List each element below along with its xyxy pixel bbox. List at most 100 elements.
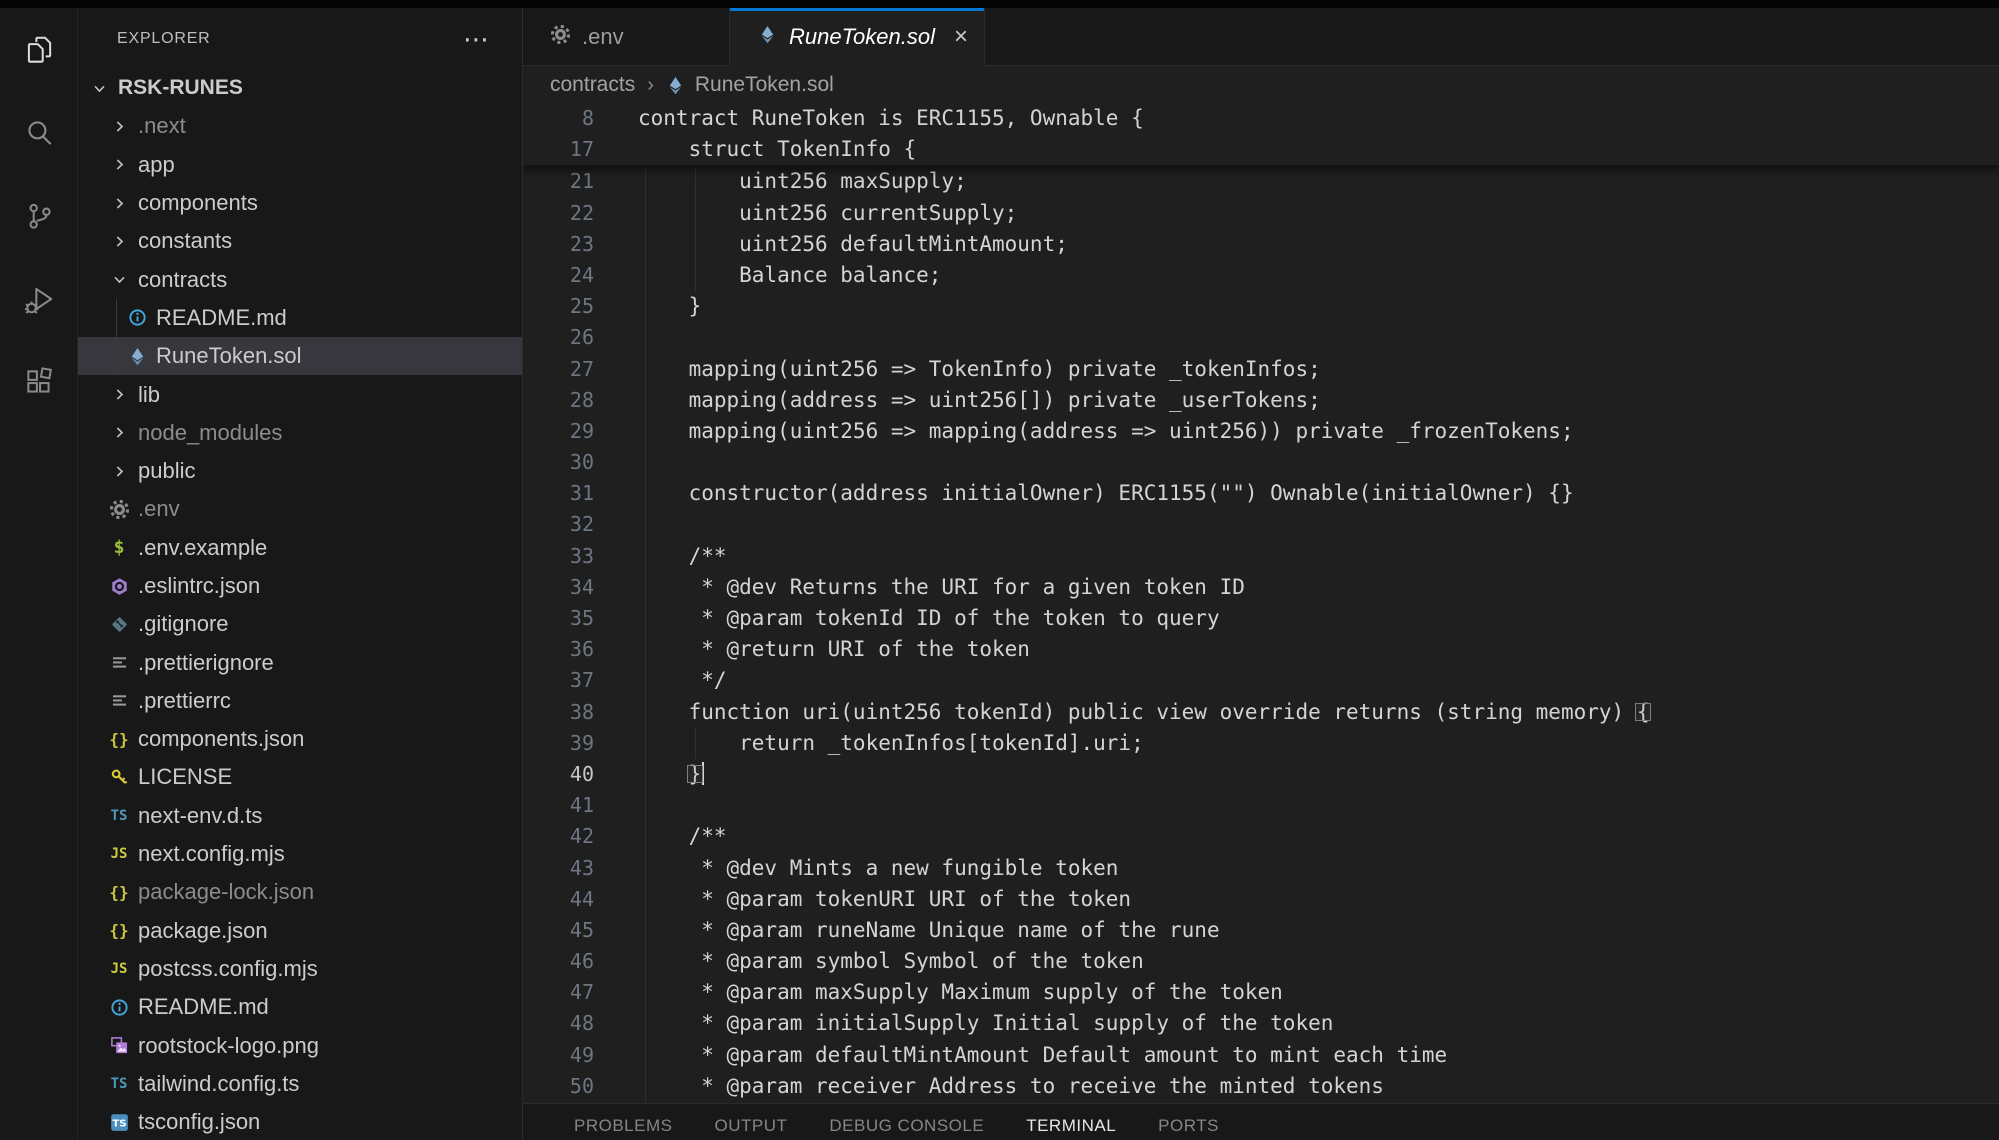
more-actions-icon[interactable]: ⋯ [463, 34, 490, 44]
search-icon [22, 116, 56, 150]
code-line-22[interactable]: 22 uint256 currentSupply; [523, 198, 1999, 229]
code-line-43[interactable]: 43 * @dev Mints a new fungible token [523, 853, 1999, 884]
activity-item-run-debug[interactable] [0, 257, 77, 340]
line-number: 32 [523, 509, 594, 540]
bracket-match: { [1637, 700, 1650, 724]
panel-tab-problems[interactable]: PROBLEMS [574, 1116, 672, 1140]
sidebar-item-package-lock-json[interactable]: {}package-lock.json [78, 873, 522, 911]
file-label: tailwind.config.ts [138, 1071, 299, 1097]
code-line-8[interactable]: 8contract RuneToken is ERC1155, Ownable … [523, 103, 1999, 134]
panel-tab-ports[interactable]: PORTS [1158, 1116, 1219, 1140]
breadcrumb-item-file[interactable]: RuneToken.sol [695, 73, 834, 97]
code-line-38[interactable]: 38 function uri(uint256 tokenId) public … [523, 697, 1999, 728]
code-line-36[interactable]: 36 * @return URI of the token [523, 634, 1999, 665]
code-line-39[interactable]: 39 return _tokenInfos[tokenId].uri; [523, 728, 1999, 759]
code-line-28[interactable]: 28 mapping(address => uint256[]) private… [523, 385, 1999, 416]
code-line-45[interactable]: 45 * @param runeName Unique name of the … [523, 915, 1999, 946]
code-line-26[interactable]: 26 [523, 322, 1999, 353]
sidebar-item-package-json[interactable]: {}package.json [78, 912, 522, 950]
code-line-30[interactable]: 30 [523, 447, 1999, 478]
sidebar-item--prettierrc[interactable]: .prettierrc [78, 682, 522, 720]
chevron-right-icon [106, 234, 132, 249]
code-line-24[interactable]: 24 Balance balance; [523, 260, 1999, 291]
code-line-27[interactable]: 27 mapping(uint256 => TokenInfo) private… [523, 354, 1999, 385]
code-line-48[interactable]: 48 * @param initialSupply Initial supply… [523, 1008, 1999, 1039]
sidebar-item-components[interactable]: components [78, 184, 522, 222]
tab-runetoken-sol[interactable]: RuneToken.sol× [730, 8, 985, 65]
code-line-29[interactable]: 29 mapping(uint256 => mapping(address =>… [523, 416, 1999, 447]
code-text: constructor(address initialOwner) ERC115… [638, 478, 1574, 509]
tab--env[interactable]: .env [523, 8, 730, 65]
sidebar-item-postcss-config-mjs[interactable]: JSpostcss.config.mjs [78, 950, 522, 988]
activity-item-extensions[interactable] [0, 340, 77, 423]
sidebar-item-next-env-d-ts[interactable]: TS next-env.d.ts [78, 797, 522, 835]
sidebar-item--prettierignore[interactable]: .prettierignore [78, 643, 522, 681]
chevron-right-icon [106, 425, 132, 440]
breadcrumb: contracts›RuneToken.sol [523, 66, 1999, 104]
code-line-23[interactable]: 23 uint256 defaultMintAmount; [523, 229, 1999, 260]
code-text: function uri(uint256 tokenId) public vie… [638, 697, 1649, 728]
code-line-17[interactable]: 17 struct TokenInfo { [523, 134, 1999, 165]
code-line-32[interactable]: 32 [523, 509, 1999, 540]
code-line-21[interactable]: 21 uint256 maxSupply; [523, 166, 1999, 197]
line-number: 46 [523, 946, 594, 977]
sidebar-item-constants[interactable]: constants [78, 222, 522, 260]
code-line-40[interactable]: 40 } [523, 759, 1999, 790]
sidebar-item--eslintrc-json[interactable]: .eslintrc.json [78, 567, 522, 605]
sidebar-item-node-modules[interactable]: node_modules [78, 414, 522, 452]
code-text: /** [638, 541, 727, 572]
sidebar-item-rsk-runes[interactable]: RSK-RUNES [78, 69, 522, 107]
file-label: .env.example [138, 535, 267, 561]
folder-label: .next [138, 113, 186, 139]
breadcrumb-item-folder[interactable]: contracts [550, 73, 635, 97]
line-number: 37 [523, 665, 594, 696]
source-control-icon [22, 199, 56, 233]
bottom-panel: PROBLEMS OUTPUT DEBUG CONSOLE TERMINAL PORTS [523, 1103, 1999, 1140]
code-text: * @param receiver Address to receive the… [638, 1071, 1384, 1102]
folder-label: RSK-RUNES [118, 76, 243, 100]
sidebar-item--env-example[interactable]: $.env.example [78, 529, 522, 567]
code-line-31[interactable]: 31 constructor(address initialOwner) ERC… [523, 478, 1999, 509]
code-line-37[interactable]: 37 */ [523, 665, 1999, 696]
sidebar-item-lib[interactable]: lib [78, 375, 522, 413]
code-line-34[interactable]: 34 * @dev Returns the URI for a given to… [523, 572, 1999, 603]
panel-tab-terminal[interactable]: TERMINAL [1026, 1116, 1116, 1140]
sidebar-item-next-config-mjs[interactable]: JSnext.config.mjs [78, 835, 522, 873]
code-text: return _tokenInfos[tokenId].uri; [638, 728, 1144, 759]
sidebar-item-tsconfig-json[interactable]: TStsconfig.json [78, 1103, 522, 1140]
panel-tab-debug-console[interactable]: DEBUG CONSOLE [829, 1116, 984, 1140]
sidebar-item-readme-md[interactable]: README.md [78, 299, 522, 337]
sidebar-item-public[interactable]: public [78, 452, 522, 490]
sidebar-item--gitignore[interactable]: .gitignore [78, 605, 522, 643]
sidebar-item-license[interactable]: LICENSE [78, 758, 522, 796]
ts-icon: TS [106, 808, 132, 824]
sidebar-item--next[interactable]: .next [78, 107, 522, 145]
explorer-icon [22, 33, 56, 67]
sidebar-item--env[interactable]: .env [78, 490, 522, 528]
sidebar-item-tailwind-config-ts[interactable]: TStailwind.config.ts [78, 1065, 522, 1103]
file-label: next-env.d.ts [138, 803, 262, 829]
sidebar-item-readme-md[interactable]: README.md [78, 988, 522, 1026]
sidebar-item-runetoken-sol[interactable]: RuneToken.sol [78, 337, 522, 375]
code-line-46[interactable]: 46 * @param symbol Symbol of the token [523, 946, 1999, 977]
sidebar-item-rootstock-logo-png[interactable]: rootstock-logo.png [78, 1026, 522, 1064]
panel-tab-output[interactable]: OUTPUT [714, 1116, 787, 1140]
sidebar-item-contracts[interactable]: contracts [78, 260, 522, 298]
folder-label: contracts [138, 267, 227, 293]
activity-item-source-control[interactable] [0, 174, 77, 257]
code-line-42[interactable]: 42 /** [523, 821, 1999, 852]
image-icon [106, 1036, 132, 1055]
sidebar-item-app[interactable]: app [78, 146, 522, 184]
code-line-25[interactable]: 25 } [523, 291, 1999, 322]
code-line-35[interactable]: 35 * @param tokenId ID of the token to q… [523, 603, 1999, 634]
code-line-47[interactable]: 47 * @param maxSupply Maximum supply of … [523, 977, 1999, 1008]
activity-item-explorer[interactable] [0, 8, 77, 91]
code-line-33[interactable]: 33 /** [523, 541, 1999, 572]
code-line-49[interactable]: 49 * @param defaultMintAmount Default am… [523, 1040, 1999, 1071]
close-icon[interactable]: × [954, 25, 968, 49]
code-line-50[interactable]: 50 * @param receiver Address to receive … [523, 1071, 1999, 1102]
code-line-41[interactable]: 41 [523, 790, 1999, 821]
activity-item-search[interactable] [0, 91, 77, 174]
sidebar-item-components-json[interactable]: {}components.json [78, 720, 522, 758]
code-line-44[interactable]: 44 * @param tokenURI URI of the token [523, 884, 1999, 915]
